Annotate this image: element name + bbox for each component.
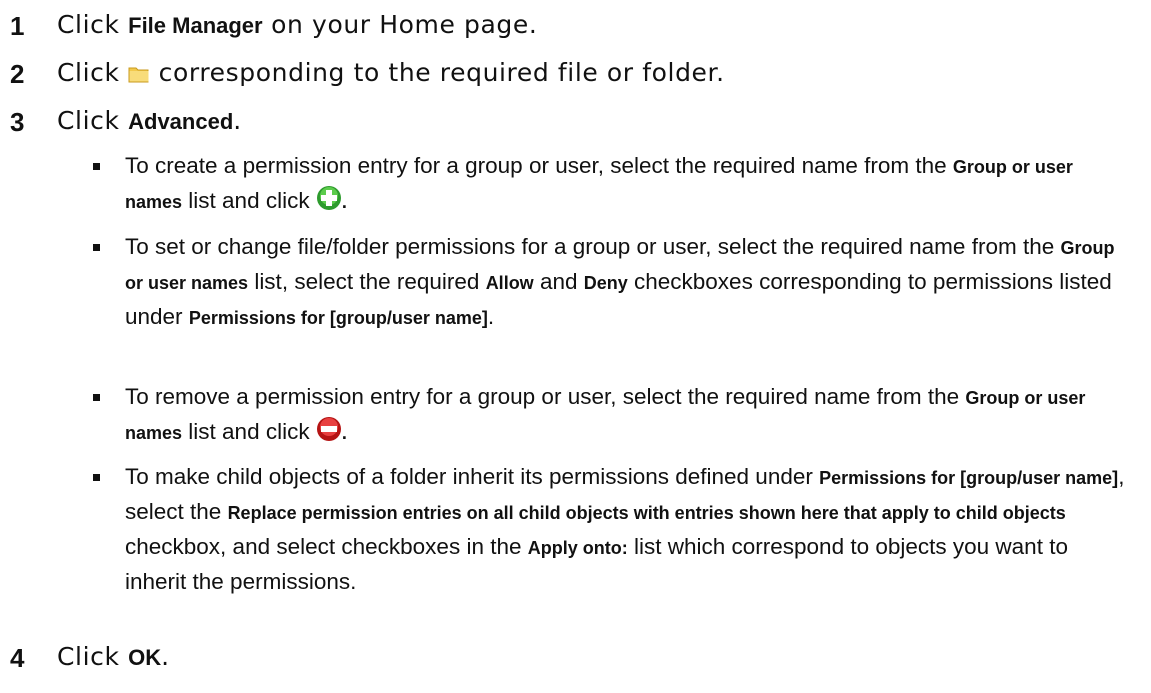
step-number: 3 <box>10 107 25 137</box>
advanced-label: Advanced <box>128 109 234 134</box>
step-1: 1 Click File Manager on your Home page. <box>0 8 1151 44</box>
step-text: Click Advanced. <box>57 106 242 135</box>
step-number: 1 <box>10 11 25 41</box>
step-text: Click OK. <box>57 642 170 671</box>
bullet-item-inherit: To make child objects of a folder inheri… <box>125 464 1125 594</box>
step-2: 2 Click corresponding to the required fi… <box>0 56 1151 92</box>
bullet-mark <box>93 244 100 251</box>
instructions-document: 1 Click File Manager on your Home page. … <box>0 0 1151 693</box>
step-number: 4 <box>10 643 25 673</box>
file-manager-label: File Manager <box>128 13 263 38</box>
step-3: 3 Click Advanced. <box>0 104 1151 140</box>
step-text: Click corresponding to the required file… <box>57 58 725 90</box>
ok-label: OK <box>128 645 162 670</box>
add-icon <box>316 185 342 220</box>
bullet-item-remove: To remove a permission entry for a group… <box>125 380 1130 451</box>
folder-icon <box>128 61 150 90</box>
bullet-mark <box>93 394 100 401</box>
step-text: Click File Manager on your Home page. <box>57 10 538 39</box>
bullet-item-create: To create a permission entry for a group… <box>125 149 1130 220</box>
bullet-mark <box>93 163 100 170</box>
remove-icon <box>316 416 342 451</box>
step-number: 2 <box>10 59 25 89</box>
step-4: 4 Click OK. <box>0 640 1151 676</box>
bullet-item-set: To set or change file/folder permissions… <box>125 234 1115 329</box>
bullet-mark <box>93 474 100 481</box>
